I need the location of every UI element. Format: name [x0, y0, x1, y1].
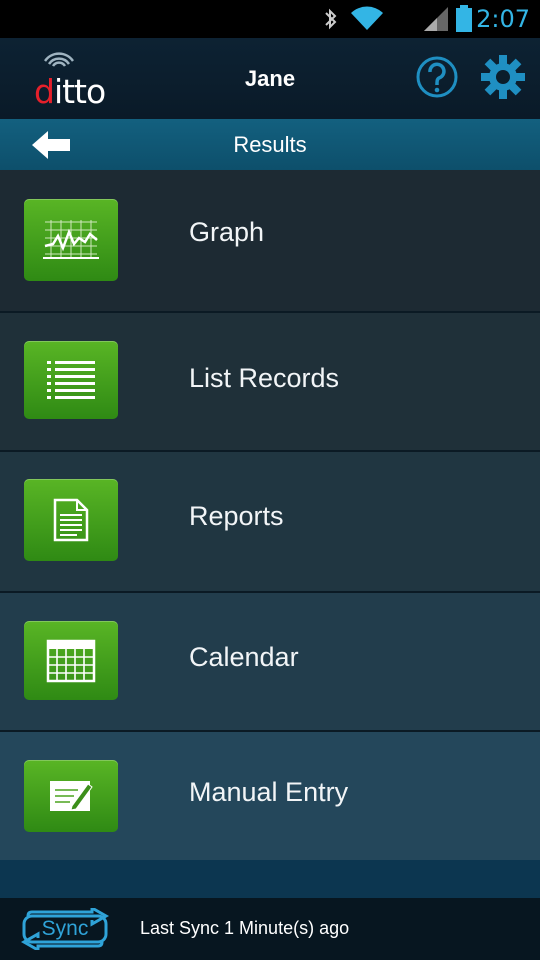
- menu-item-manual-entry[interactable]: Manual Entry: [0, 730, 540, 860]
- sync-button[interactable]: Sync: [20, 905, 110, 953]
- list-tile: [24, 341, 118, 419]
- menu-item-reports[interactable]: Reports: [0, 450, 540, 591]
- menu-item-label: List Records: [189, 363, 340, 393]
- settings-button[interactable]: [480, 54, 526, 100]
- user-name: Jane: [244, 66, 296, 91]
- empty-list-area: [0, 860, 540, 898]
- sync-footer: Sync Last Sync 1 Minute(s) ago: [0, 898, 540, 960]
- clock: 2:07: [476, 5, 530, 33]
- battery-icon: [455, 0, 473, 38]
- graph-tile: [24, 199, 118, 281]
- calendar-icon: [46, 639, 96, 682]
- logo-text: ditto: [34, 72, 106, 111]
- manual-entry-tile: [24, 760, 118, 832]
- menu-item-list-records[interactable]: List Records: [0, 311, 540, 450]
- wifi-icon: [350, 0, 384, 38]
- cell-signal-icon: [423, 0, 449, 38]
- signal-waves-icon: [44, 52, 74, 67]
- graph-icon: [43, 220, 99, 259]
- ditto-logo: ditto: [32, 50, 112, 111]
- menu-item-label: Manual Entry: [189, 777, 349, 807]
- calendar-tile: [24, 621, 118, 700]
- menu-item-label: Reports: [189, 501, 284, 531]
- last-sync-status: Last Sync 1 Minute(s) ago: [140, 918, 350, 938]
- page-title: Results: [233, 132, 307, 157]
- edit-icon: [50, 781, 93, 811]
- menu-item-label: Graph: [189, 217, 265, 247]
- reports-tile: [24, 479, 118, 561]
- help-icon: [416, 56, 458, 98]
- document-icon: [53, 498, 89, 542]
- menu-item-graph[interactable]: Graph: [0, 170, 540, 311]
- app-header: ditto Jane: [0, 38, 540, 119]
- status-bar: 2:07: [0, 0, 540, 38]
- gear-icon: [481, 55, 525, 99]
- list-icon: [47, 361, 95, 399]
- menu-item-label: Calendar: [189, 642, 299, 672]
- bluetooth-icon: [322, 0, 340, 38]
- help-button[interactable]: [415, 55, 459, 99]
- title-bar: Results: [0, 119, 540, 170]
- menu-item-calendar[interactable]: Calendar: [0, 591, 540, 730]
- sync-label: Sync: [41, 917, 89, 940]
